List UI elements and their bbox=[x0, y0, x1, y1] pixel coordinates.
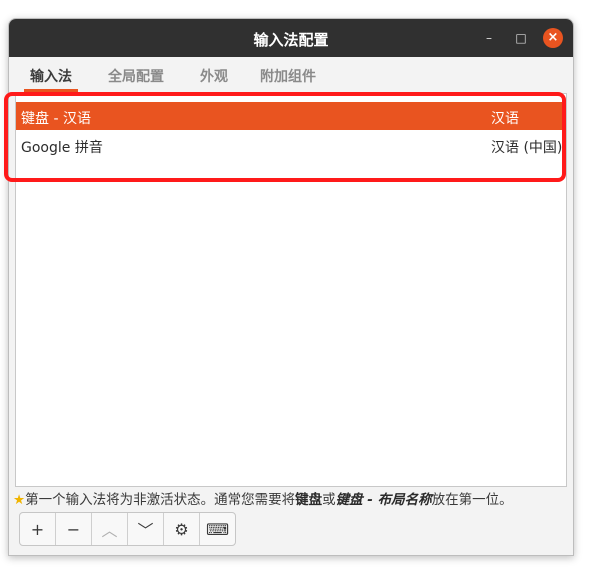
input-method-language: 汉语 (中国) bbox=[491, 140, 563, 156]
input-method-name: Google 拼音 bbox=[21, 140, 103, 156]
add-button[interactable]: + bbox=[20, 513, 56, 545]
configure-icon[interactable]: ⚙ bbox=[164, 513, 200, 545]
hint-part: 放在第一位。 bbox=[431, 492, 513, 508]
active-tab-indicator bbox=[24, 89, 78, 92]
list-item[interactable]: Google 拼音 汉语 (中国) bbox=[16, 131, 566, 159]
hint-bold-layout-name: 键盘 - 布局名称 bbox=[335, 492, 432, 508]
input-method-name: 键盘 - 汉语 bbox=[21, 111, 91, 127]
tab-appearance[interactable]: 外观 bbox=[200, 66, 228, 86]
fcitx-config-window: 输入法配置 – □ × 输入法 全局配置 外观 附加组件 键盘 - 汉语 汉语 … bbox=[8, 18, 574, 556]
hint-bold-keyboard: 键盘 bbox=[295, 492, 323, 508]
list-toolbar: + − ︿ ﹀ ⚙ ⌨ bbox=[19, 512, 236, 546]
tab-bar: 输入法 全局配置 外观 附加组件 bbox=[15, 57, 567, 93]
move-up-button[interactable]: ︿ bbox=[92, 513, 128, 545]
input-method-list[interactable]: 键盘 - 汉语 汉语 Google 拼音 汉语 (中国) bbox=[15, 93, 567, 487]
tab-input-method[interactable]: 输入法 bbox=[30, 66, 72, 86]
move-down-button[interactable]: ﹀ bbox=[128, 513, 164, 545]
maximize-button[interactable]: □ bbox=[511, 28, 531, 48]
hint-text: ★第一个输入法将为非激活状态。通常您需要将键盘或键盘 - 布局名称放在第一位。 bbox=[13, 488, 569, 508]
keyboard-icon[interactable]: ⌨ bbox=[200, 513, 235, 545]
star-icon: ★ bbox=[13, 492, 26, 508]
hint-part: 第一个输入法将为非激活状态。通常您需要将 bbox=[25, 492, 296, 508]
minimize-button[interactable]: – bbox=[479, 28, 499, 48]
title-bar[interactable]: 输入法配置 – □ × bbox=[9, 19, 573, 57]
hint-part: 或 bbox=[322, 492, 336, 508]
tab-addons[interactable]: 附加组件 bbox=[260, 66, 316, 86]
remove-button[interactable]: − bbox=[56, 513, 92, 545]
list-item[interactable]: 键盘 - 汉语 汉语 bbox=[16, 102, 566, 130]
close-button[interactable]: × bbox=[543, 28, 563, 48]
tab-global-config[interactable]: 全局配置 bbox=[108, 66, 164, 86]
input-method-language: 汉语 bbox=[491, 111, 519, 127]
